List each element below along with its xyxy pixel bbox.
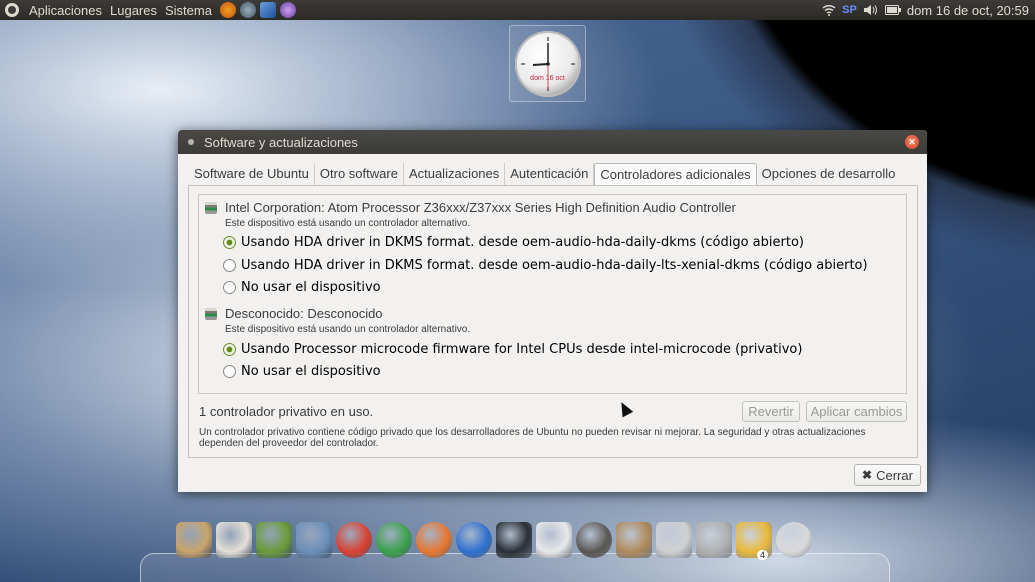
keyboard-layout-indicator[interactable]: SP: [842, 4, 857, 16]
radio-selected[interactable]: [223, 236, 236, 249]
launcher-cube-icon[interactable]: [259, 2, 276, 18]
chip-icon: [205, 308, 217, 320]
driver-option[interactable]: No usar el dispositivo: [223, 364, 381, 379]
drivers-tab-panel: Intel Corporation: Atom Processor Z36xxx…: [188, 185, 918, 458]
window-close-icon[interactable]: ✕: [905, 135, 919, 149]
driver-option[interactable]: Usando HDA driver in DKMS format. desde …: [223, 258, 868, 273]
menu-sistema[interactable]: Sistema: [161, 3, 216, 18]
driver-option[interactable]: Usando HDA driver in DKMS format. desde …: [223, 235, 804, 250]
firefox-icon[interactable]: [416, 522, 452, 558]
updates-icon[interactable]: 4: [736, 522, 772, 560]
volume-icon[interactable]: [863, 4, 879, 16]
window-title: Software y actualizaciones: [204, 134, 358, 150]
launcher-globe-icon[interactable]: [239, 2, 256, 18]
driver-option-label: Usando HDA driver in DKMS format. desde …: [241, 235, 804, 250]
system-tray: SP dom 16 de oct, 20:59: [822, 0, 1029, 20]
menu-aplicaciones[interactable]: Aplicaciones: [25, 3, 106, 18]
panel-menus: Aplicaciones Lugares Sistema: [0, 0, 296, 20]
radio-unselected[interactable]: [223, 281, 236, 294]
tab-actualizaciones[interactable]: Actualizaciones: [404, 163, 506, 185]
browser-window-icon[interactable]: [536, 522, 572, 558]
device-name: Desconocido: Desconocido: [225, 306, 383, 321]
battery-icon[interactable]: [884, 5, 901, 15]
radio-unselected[interactable]: [223, 259, 236, 272]
software-updates-window: Software y actualizaciones ✕ Software de…: [178, 130, 927, 492]
close-button-label: Cerrar: [876, 467, 913, 483]
top-panel: Aplicaciones Lugares Sistema SP dom 16 d…: [0, 0, 1035, 20]
remote-desktop-icon[interactable]: [296, 522, 332, 558]
power-icon[interactable]: [776, 522, 812, 558]
tab-autenticacion[interactable]: Autenticación: [505, 163, 595, 185]
tab-controladores-adicionales[interactable]: Controladores adicionales: [594, 163, 757, 185]
launcher-x-icon[interactable]: [219, 2, 236, 18]
menu-lugares[interactable]: Lugares: [106, 3, 161, 18]
drivers-list: Intel Corporation: Atom Processor Z36xxx…: [198, 194, 907, 394]
radio-unselected[interactable]: [223, 365, 236, 378]
driver-option-label: No usar el dispositivo: [241, 280, 381, 295]
device-status: Este dispositivo está usando un controla…: [225, 218, 471, 229]
clock-hands-icon: [520, 36, 575, 91]
wifi-icon[interactable]: [822, 4, 836, 16]
tab-bar: Software de Ubuntu Otro software Actuali…: [189, 163, 900, 185]
tab-software-de-ubuntu[interactable]: Software de Ubuntu: [189, 163, 315, 185]
drive-icon[interactable]: [696, 522, 732, 558]
radio-selected[interactable]: [223, 343, 236, 356]
device-status: Este dispositivo está usando un controla…: [225, 324, 471, 335]
chrome-icon[interactable]: [336, 522, 372, 558]
driver-option-label: No usar el dispositivo: [241, 364, 381, 379]
clock-face: dom 16 oct: [514, 30, 581, 97]
help-icon[interactable]: [456, 522, 492, 558]
driver-option-label: Usando Processor microcode firmware for …: [241, 342, 803, 357]
driver-option-label: Usando HDA driver in DKMS format. desde …: [241, 258, 868, 273]
software-center-icon[interactable]: [576, 522, 612, 558]
private-driver-note: Un controlador privativo contiene código…: [199, 427, 866, 449]
dock: 4: [176, 522, 812, 562]
file-manager-icon[interactable]: [256, 522, 292, 558]
launcher-ghost-icon[interactable]: [279, 2, 296, 18]
update-count-badge: 4: [756, 550, 768, 560]
ubuntu-logo-icon[interactable]: [5, 3, 19, 17]
driver-option[interactable]: No usar el dispositivo: [223, 280, 381, 295]
camera-icon[interactable]: [656, 522, 692, 558]
close-button[interactable]: ✖ Cerrar: [854, 464, 921, 486]
files-icon[interactable]: [616, 522, 652, 558]
tab-otro-software[interactable]: Otro software: [315, 163, 404, 185]
datetime[interactable]: dom 16 de oct, 20:59: [907, 3, 1029, 18]
terminal-icon[interactable]: [496, 522, 532, 558]
downloads-icon[interactable]: [176, 522, 212, 558]
device-name: Intel Corporation: Atom Processor Z36xxx…: [225, 200, 736, 215]
driver-option[interactable]: Usando Processor microcode firmware for …: [223, 342, 802, 357]
window-menu-icon[interactable]: [188, 139, 194, 145]
window-titlebar[interactable]: Software y actualizaciones ✕: [178, 130, 927, 154]
private-drivers-status: 1 controlador privativo en uso.: [199, 404, 374, 419]
close-icon: ✖: [862, 468, 873, 482]
home-folder-icon[interactable]: [216, 522, 252, 558]
clock-widget[interactable]: dom 16 oct: [509, 25, 586, 102]
chip-icon: [205, 202, 217, 214]
revert-button[interactable]: Revertir: [742, 401, 800, 422]
network-icon[interactable]: [376, 522, 412, 558]
tab-opciones-de-desarrollo[interactable]: Opciones de desarrollo: [757, 163, 901, 185]
clock-date: dom 16 oct: [530, 74, 565, 82]
apply-changes-button[interactable]: Aplicar cambios: [806, 401, 907, 422]
